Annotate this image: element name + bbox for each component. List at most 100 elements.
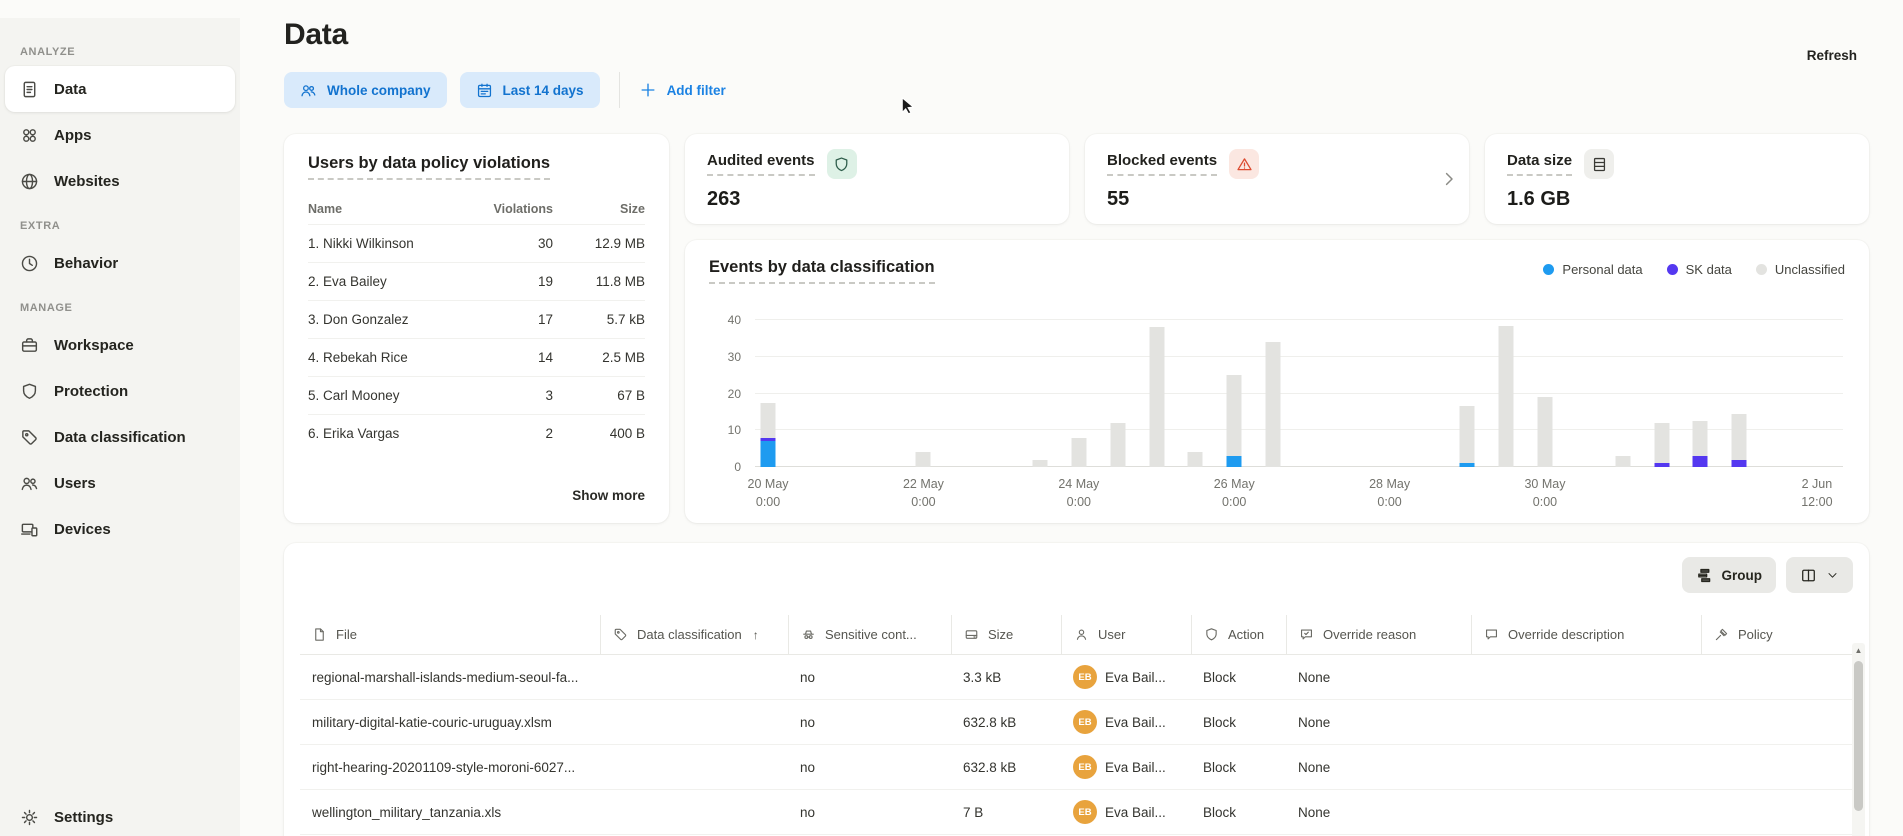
table-row[interactable]: military-digital-katie-couric-uruguay.xl… [300,700,1853,745]
sidebar-item[interactable]: Behavior [5,240,235,286]
main-content: Data Refresh Whole company Last 14 days … [240,18,1903,836]
column-header[interactable]: Override description [1471,615,1701,654]
stat-card-title[interactable]: Audited events [707,152,815,176]
chart-bar[interactable] [1227,320,1242,467]
cell-action: Block [1191,700,1286,744]
stat-badge-icon [1236,156,1253,173]
chart-bar[interactable] [916,320,931,467]
stat-card: Data size 1.6 GB [1485,134,1869,224]
sidebar-item-label: Workspace [54,337,134,354]
column-header[interactable]: Data classification ↑ [600,615,788,654]
violations-row[interactable]: 3. Don Gonzalez 17 5.7 kB [308,300,645,338]
cell-size: 632.8 kB [951,700,1061,744]
legend-item[interactable]: Personal data [1543,262,1642,277]
column-header[interactable]: Sensitive cont... [788,615,951,654]
user-name: 5. Carl Mooney [308,388,481,403]
bar-segment [1149,327,1164,467]
chart-bar[interactable] [1499,320,1514,467]
group-button[interactable]: Group [1682,557,1777,593]
chart-title[interactable]: Events by data classification [709,258,935,284]
sidebar-item[interactable]: Devices [5,506,235,552]
violations-count: 2 [481,426,553,441]
chart-bar[interactable] [1266,320,1281,467]
chart-bar[interactable] [1693,320,1708,467]
refresh-button[interactable]: Refresh [1807,48,1857,63]
cell-classification [600,790,788,834]
violations-row[interactable]: 5. Carl Mooney 3 67 B [308,376,645,414]
table-row[interactable]: regional-marshall-islands-medium-seoul-f… [300,655,1853,700]
column-header[interactable]: Override reason [1286,615,1471,654]
sidebar-item[interactable]: Protection [5,368,235,414]
sidebar-item[interactable]: Apps [5,112,235,158]
sidebar-item[interactable]: Data [5,66,235,112]
chart-bar[interactable] [1110,320,1125,467]
sidebar-item[interactable]: Users [5,460,235,506]
column-header-label: Policy [1738,627,1773,642]
page-title: Data [284,18,1869,52]
chart-bar[interactable] [1615,320,1630,467]
stat-card-title[interactable]: Data size [1507,152,1572,176]
cell-size: 3.3 kB [951,655,1061,699]
violations-row[interactable]: 4. Rebekah Rice 14 2.5 MB [308,338,645,376]
chevron-right-icon[interactable] [1439,169,1459,189]
table-scrollbar[interactable]: ▲ [1852,643,1865,836]
col-violations: Violations [481,202,553,216]
date-filter-chip[interactable]: Last 14 days [460,72,600,108]
column-header[interactable]: Policy [1701,615,1853,654]
sidebar-item-label: Protection [54,383,128,400]
events-table-card: Group File Data classification ↑ Sensiti… [284,543,1869,836]
column-header[interactable]: File [300,615,600,654]
x-tick-label: 24 May0:00 [1036,476,1122,511]
table-row[interactable]: wellington_military_tanzania.xls no 7 B … [300,790,1853,835]
sidebar-item[interactable]: Workspace [5,322,235,368]
y-tick-label: 20 [728,387,741,401]
violations-row[interactable]: 1. Nikki Wilkinson 30 12.9 MB [308,224,645,262]
column-header-icon [613,627,628,642]
show-more-button[interactable]: Show more [572,488,645,503]
sidebar-item-label: Settings [54,809,113,826]
chart-bar[interactable] [1149,320,1164,467]
company-filter-chip[interactable]: Whole company [284,72,447,108]
violations-count: 14 [481,350,553,365]
stat-card-title[interactable]: Blocked events [1107,152,1217,176]
chart-bar[interactable] [1654,320,1669,467]
stat-badge-icon [1591,156,1608,173]
chart-bar[interactable] [1032,320,1047,467]
legend-item[interactable]: SK data [1667,262,1732,277]
sidebar-item-label: Websites [54,173,120,190]
cell-size: 7 B [951,790,1061,834]
calendar-icon [476,82,493,99]
legend-item[interactable]: Unclassified [1756,262,1845,277]
chart-bar[interactable] [1537,320,1552,467]
user-name: 2. Eva Bailey [308,274,481,289]
cell-override-description [1471,745,1701,789]
violations-card-title[interactable]: Users by data policy violations [308,154,550,180]
cell-user-name: Eva Bail... [1105,760,1166,775]
sidebar-section-analyze: ANALYZE [0,46,240,58]
chart-bar[interactable] [1071,320,1086,467]
column-header-icon [1714,627,1729,642]
column-header[interactable]: User [1061,615,1191,654]
sidebar-item-settings[interactable]: Settings [5,794,235,836]
scrollbar-up-arrow[interactable]: ▲ [1852,643,1865,659]
legend-dot [1543,264,1554,275]
violations-row[interactable]: 2. Eva Bailey 19 11.8 MB [308,262,645,300]
scrollbar-thumb[interactable] [1854,661,1863,811]
sidebar-item[interactable]: Data classification [5,414,235,460]
group-button-label: Group [1722,568,1763,583]
table-row[interactable]: right-hearing-20201109-style-moroni-6027… [300,745,1853,790]
chart-bar[interactable] [1460,320,1475,467]
sidebar-item[interactable]: Websites [5,158,235,204]
cell-override-reason: None [1286,745,1471,789]
avatar: EB [1073,800,1097,824]
sidebar-item-label: Data [54,81,87,98]
chart-bar[interactable] [1188,320,1203,467]
chart-bar[interactable] [1732,320,1747,467]
violations-row[interactable]: 6. Erika Vargas 2 400 B [308,414,645,452]
column-header[interactable]: Size [951,615,1061,654]
stat-badge [1229,149,1259,179]
add-filter-button[interactable]: Add filter [639,81,726,99]
chart-bar[interactable] [761,320,776,467]
column-header[interactable]: Action [1191,615,1286,654]
columns-button[interactable] [1786,557,1853,593]
